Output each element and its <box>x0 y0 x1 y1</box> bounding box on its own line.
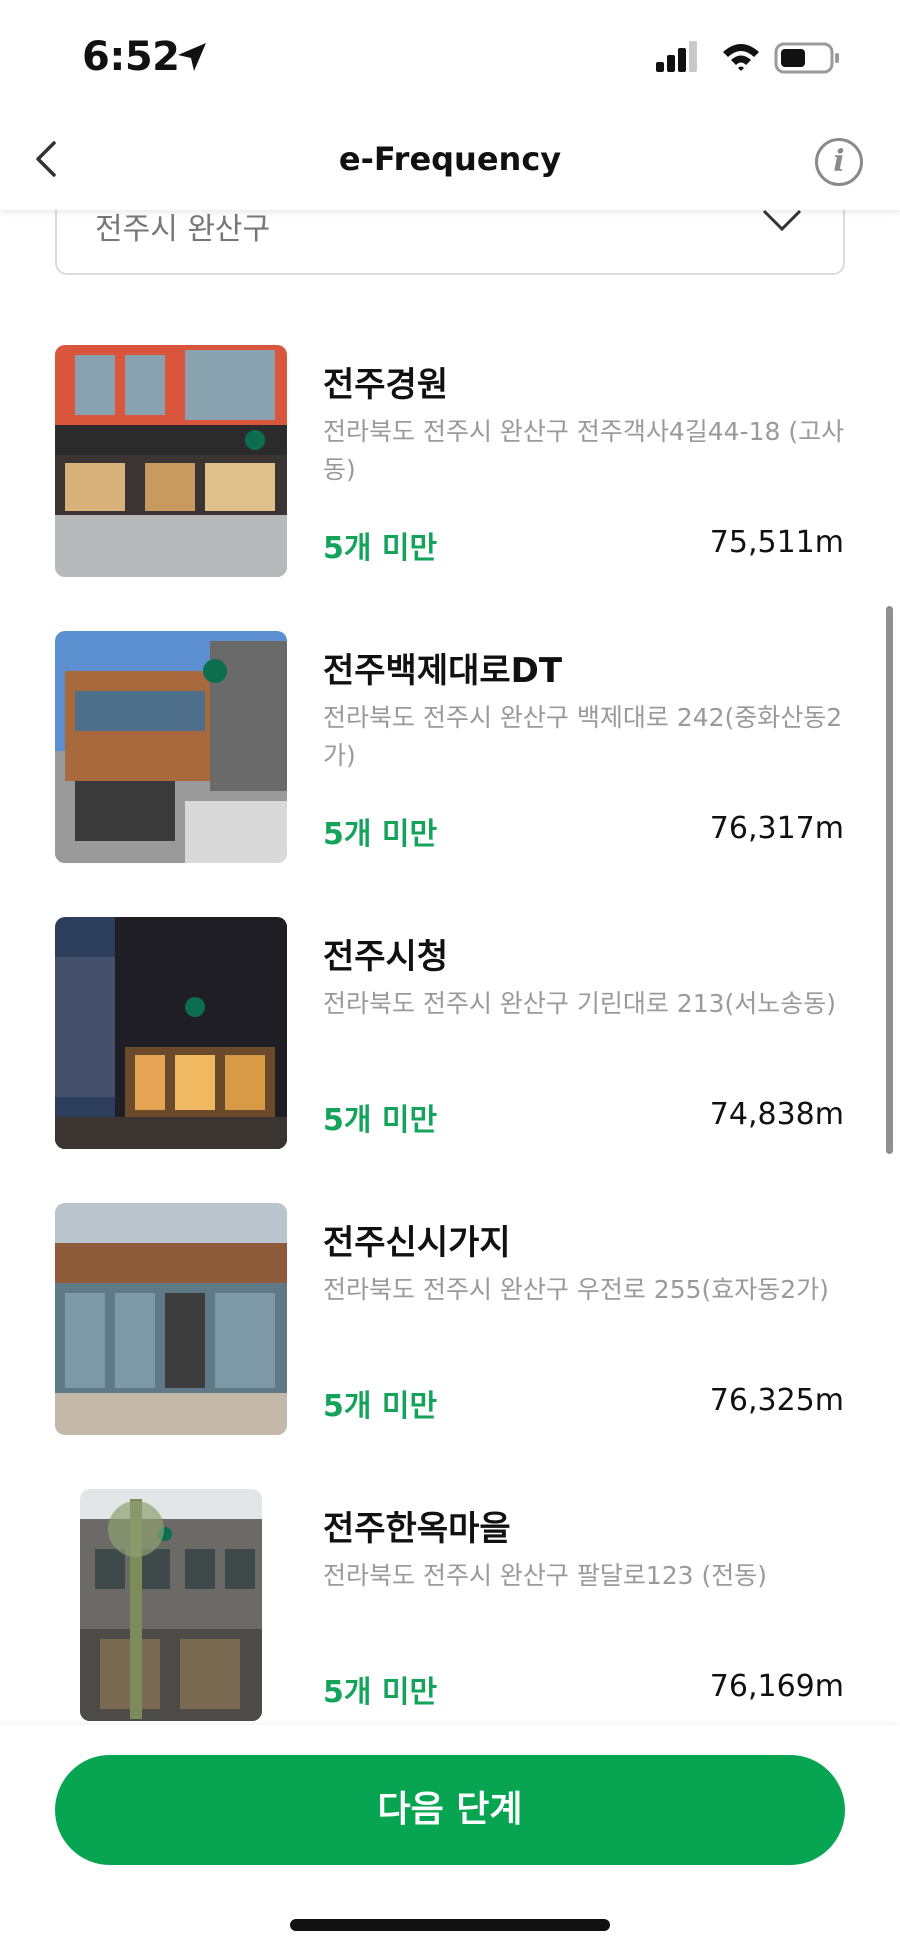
chevron-down-icon <box>762 209 802 232</box>
store-item[interactable]: 전주백제대로DT 전라북도 전주시 완산구 백제대로 242(중화산동2가) 5… <box>0 631 900 863</box>
store-address: 전라북도 전주시 완산구 백제대로 242(중화산동2가) <box>323 703 843 770</box>
store-item[interactable]: 전주신시가지 전라북도 전주시 완산구 우전로 255(효자동2가) 5개 미만… <box>0 1203 900 1435</box>
store-distance: 76,317m <box>709 811 844 846</box>
store-count: 5개 미만 <box>323 1103 438 1138</box>
store-address: 전라북도 전주시 완산구 팔달로123 (전동) <box>323 1561 768 1590</box>
store-item[interactable]: 전주한옥마을 전라북도 전주시 완산구 팔달로123 (전동) 5개 미만 76… <box>0 1489 900 1721</box>
store-item[interactable]: 전주경원 전라북도 전주시 완산구 전주객사4길44-18 (고사동) 5개 미… <box>0 345 900 577</box>
store-name: 전주백제대로DT <box>323 651 563 691</box>
home-indicator[interactable] <box>290 1919 610 1931</box>
next-step-button[interactable]: 다음 단계 <box>55 1755 845 1865</box>
store-name: 전주경원 <box>323 365 449 405</box>
store-name: 전주시청 <box>323 937 449 977</box>
page-title: e-Frequency <box>338 140 562 178</box>
store-distance: 75,511m <box>709 525 844 560</box>
region-select-value: 전주시 완산구 <box>95 212 271 247</box>
store-name: 전주신시가지 <box>323 1223 511 1263</box>
store-address: 전라북도 전주시 완산구 전주객사4길44-18 (고사동) <box>323 417 845 484</box>
location-arrow-icon <box>178 43 206 71</box>
store-photo <box>55 917 287 1149</box>
scrollbar[interactable] <box>886 606 893 1154</box>
status-bar: 6:52 <box>0 0 900 110</box>
nav-bar: e-Frequency i <box>0 110 900 210</box>
store-photo <box>55 345 287 577</box>
store-address: 전라북도 전주시 완산구 기린대로 213(서노송동) <box>323 989 837 1018</box>
bottom-action-area: 다음 단계 <box>0 1725 900 1948</box>
store-name: 전주한옥마을 <box>323 1509 511 1549</box>
store-photo <box>80 1489 262 1721</box>
store-count: 5개 미만 <box>323 531 438 566</box>
status-time: 6:52 <box>82 34 180 80</box>
store-photo <box>55 631 287 863</box>
store-count: 5개 미만 <box>323 1389 438 1424</box>
store-distance: 76,325m <box>709 1383 844 1418</box>
store-photo <box>55 1203 287 1435</box>
store-distance: 74,838m <box>709 1097 844 1132</box>
store-distance: 76,169m <box>709 1669 844 1704</box>
store-count: 5개 미만 <box>323 1675 438 1710</box>
info-icon[interactable]: i <box>815 138 863 186</box>
store-address: 전라북도 전주시 완산구 우전로 255(효자동2가) <box>323 1275 829 1304</box>
battery-icon <box>774 42 839 74</box>
wifi-icon <box>723 44 759 71</box>
store-count: 5개 미만 <box>323 817 438 852</box>
cellular-signal-icon <box>656 41 697 72</box>
store-item[interactable]: 전주시청 전라북도 전주시 완산구 기린대로 213(서노송동) 5개 미만 7… <box>0 917 900 1149</box>
